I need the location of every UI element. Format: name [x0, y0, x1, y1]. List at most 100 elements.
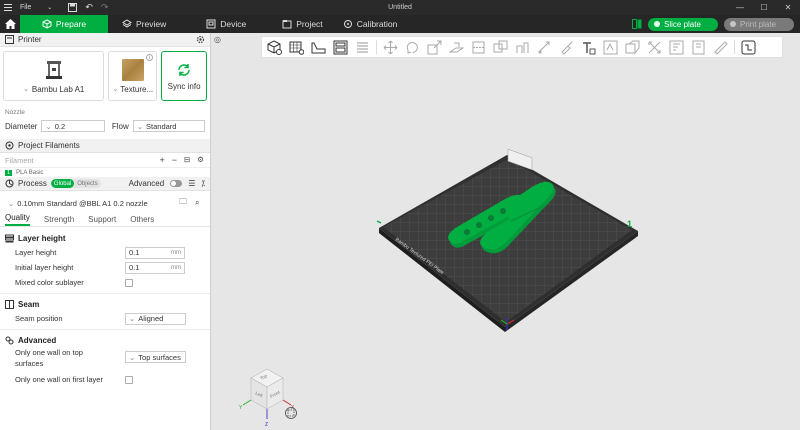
initial-layer-height-value: 0.1: [129, 263, 140, 272]
global-toggle-option[interactable]: Global: [50, 179, 75, 188]
add-filament-button[interactable]: +: [159, 155, 164, 165]
tab-others[interactable]: Others: [130, 215, 154, 226]
seam-position-value: Aligned: [138, 314, 164, 323]
global-objects-toggle[interactable]: Global Objects: [50, 179, 101, 188]
diameter-value: 0.2: [54, 121, 66, 131]
tab-prepare[interactable]: Prepare: [20, 15, 108, 33]
axis-z-label: Z: [265, 422, 268, 428]
slice-toggle-icon: [654, 21, 660, 27]
project-icon: [282, 20, 292, 29]
plate-type-label: Texture...: [120, 84, 154, 94]
home-button[interactable]: [0, 15, 20, 33]
tab-preview[interactable]: Preview: [112, 15, 176, 33]
one-wall-first-layer-label: Only one wall on first layer: [15, 375, 103, 384]
main-nav: Prepare Preview Device Project Calibrati…: [0, 15, 800, 33]
tab-project-label: Project: [296, 19, 323, 29]
save-button[interactable]: [64, 0, 81, 15]
search-icon[interactable]: ⌕: [195, 198, 199, 208]
diameter-select[interactable]: ⌄ 0.2: [41, 120, 105, 132]
tab-calibration[interactable]: Calibration: [333, 15, 408, 33]
save-preset-icon[interactable]: 🗀: [179, 196, 187, 210]
hamburger-icon: [4, 4, 12, 11]
settings-sidebar: Printer ⌄ Bambu Lab A1 i ⌄ Texture... Sy…: [0, 33, 211, 430]
tab-preview-label: Preview: [136, 19, 167, 29]
axis-y-label: Y: [239, 405, 243, 411]
tab-support[interactable]: Support: [88, 215, 116, 226]
undo-button[interactable]: ↶: [81, 0, 97, 15]
multi-plate-icon[interactable]: [632, 19, 642, 29]
filaments-section-title: Project Filaments: [18, 141, 80, 150]
printer-select-card[interactable]: ⌄ Bambu Lab A1: [3, 51, 105, 101]
sync-icon: [178, 63, 190, 76]
advanced-label: Advanced: [128, 179, 165, 188]
initial-layer-height-unit: mm: [171, 264, 181, 271]
slice-plate-button[interactable]: Slice plate: [648, 17, 718, 31]
process-preset-select[interactable]: ⌄ 0.10mm Standard @BBL A1 0.2 nozzle: [5, 197, 169, 209]
gear-icon[interactable]: [196, 35, 205, 44]
chevron-down-icon: ⌄: [23, 86, 29, 93]
app-menu-button[interactable]: [0, 0, 16, 15]
layer-height-value: 0.1: [129, 248, 140, 257]
3d-viewport[interactable]: ◎ Bambu Textured PEI Plate 1 Top Left Fr…: [211, 33, 800, 430]
sync-info-label: Sync info: [167, 81, 201, 91]
printer-icon: [5, 35, 14, 44]
plate-type-card[interactable]: i ⌄ Texture...: [108, 51, 158, 101]
print-plate-button[interactable]: Print plate: [724, 17, 794, 31]
view-cube[interactable]: Top Left Front Y Z X: [239, 368, 295, 428]
initial-layer-height-input[interactable]: 0.1 mm: [125, 261, 185, 274]
one-wall-top-label: Only one wall on top: [15, 348, 83, 357]
layer-height-unit: mm: [171, 249, 181, 256]
advanced-switch[interactable]: [170, 180, 183, 187]
objects-toggle-option[interactable]: Objects: [74, 179, 100, 188]
close-button[interactable]: ✕: [776, 0, 800, 15]
tab-quality[interactable]: Quality: [5, 213, 30, 226]
tab-project[interactable]: Project: [272, 15, 332, 33]
texture-plate-icon: [121, 58, 144, 81]
layer-height-group-title: Layer height: [18, 233, 66, 243]
seam-position-label: Seam position: [15, 314, 63, 323]
advanced-group: Advanced: [0, 333, 210, 347]
maximize-button[interactable]: ☐: [752, 0, 776, 15]
info-icon: i: [146, 54, 154, 61]
filament-sync-icon[interactable]: ⊟: [184, 155, 190, 165]
file-menu[interactable]: File ⌄: [16, 0, 56, 15]
tab-device-label: Device: [220, 19, 247, 29]
filaments-section-header: Project Filaments: [0, 139, 210, 153]
process-icon: [5, 179, 14, 188]
layer-height-input[interactable]: 0.1 mm: [125, 246, 185, 259]
save-icon: [68, 3, 78, 12]
slice-plate-label: Slice plate: [664, 19, 701, 29]
undo-icon: ↶: [85, 2, 93, 12]
printer-name: Bambu Lab A1: [31, 84, 85, 94]
process-section-header: Process Global Objects Advanced ☰ ⁒: [0, 177, 210, 191]
advanced-icon: [5, 336, 14, 344]
mixed-color-sublayer-checkbox[interactable]: [125, 278, 133, 287]
filament-settings-icon[interactable]: ⚙: [197, 155, 204, 165]
layers-icon: [122, 19, 132, 28]
filament-spool-icon: [5, 141, 14, 150]
tab-strength[interactable]: Strength: [44, 215, 74, 226]
redo-button[interactable]: ↷: [97, 0, 113, 15]
seam-group-title: Seam: [18, 299, 40, 309]
chevron-down-icon: ⌄: [129, 314, 136, 323]
chevron-down-icon: ⌄: [8, 198, 15, 208]
flow-select[interactable]: ⌄ Standard: [132, 120, 205, 132]
one-wall-first-layer-checkbox[interactable]: [125, 375, 133, 384]
title-bar: File ⌄ ↶ ↷ Untitled — ☐ ✕: [0, 0, 800, 15]
mixed-color-sublayer-label: Mixed color sublayer: [15, 278, 84, 287]
list-icon[interactable]: ☰: [188, 179, 195, 188]
seam-icon: [5, 299, 14, 309]
compare-icon[interactable]: ⁒: [201, 179, 205, 188]
build-plate-scene[interactable]: Bambu Textured PEI Plate 1 Top Left Fron…: [211, 33, 800, 430]
process-section-title: Process: [18, 179, 47, 188]
chevron-down-icon: ⌄: [112, 86, 119, 93]
remove-filament-button[interactable]: −: [172, 155, 177, 165]
device-icon: [206, 19, 216, 29]
minimize-button[interactable]: —: [728, 0, 752, 15]
filament-item-label[interactable]: PLA Basic: [16, 170, 43, 176]
chevron-down-icon: ⌄: [136, 121, 144, 131]
x-axis-marker: [376, 220, 382, 224]
seam-position-select[interactable]: ⌄ Aligned: [125, 312, 186, 325]
tab-device[interactable]: Device: [196, 15, 256, 33]
sync-info-button[interactable]: Sync info: [161, 51, 207, 101]
